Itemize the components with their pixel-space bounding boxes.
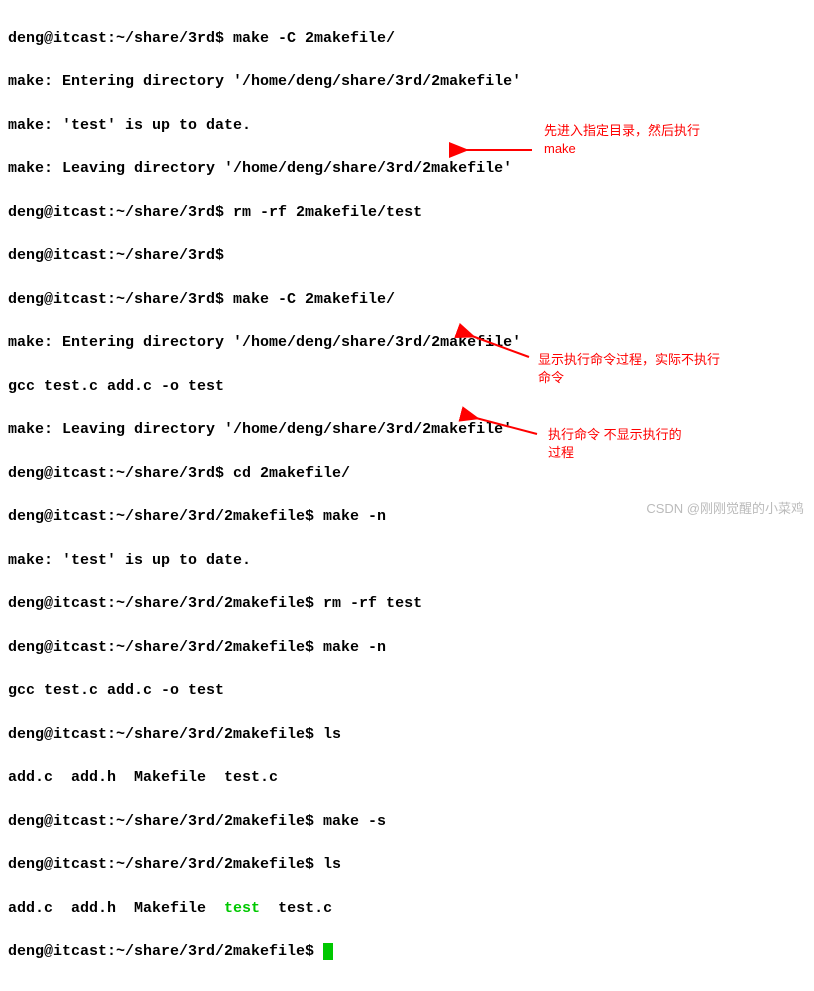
- terminal-line: deng@itcast:~/share/3rd$: [8, 245, 806, 267]
- terminal-line: deng@itcast:~/share/3rd$ make -C 2makefi…: [8, 28, 806, 50]
- annotation-line: 命令: [538, 370, 564, 385]
- terminal-line: make: Leaving directory '/home/deng/shar…: [8, 419, 806, 441]
- annotation-text: 先进入指定目录，然后执行 make: [544, 122, 700, 158]
- cursor-icon: [323, 943, 333, 960]
- ls-executable: test: [224, 900, 260, 917]
- arrow-icon: [466, 332, 534, 370]
- ls-file: test.c: [260, 900, 332, 917]
- prompt-text: deng@itcast:~/share/3rd/2makefile$: [8, 943, 323, 960]
- annotation-line: make: [544, 141, 576, 156]
- terminal-line: deng@itcast:~/share/3rd$ rm -rf 2makefil…: [8, 202, 806, 224]
- arrow-icon: [470, 414, 542, 452]
- annotation-text: 执行命令 不显示执行的 过程: [548, 426, 682, 462]
- terminal-line: add.c add.h Makefile test.c: [8, 767, 806, 789]
- ls-file: add.c add.h Makefile: [8, 900, 224, 917]
- annotation-line: 执行命令 不显示执行的: [548, 427, 682, 442]
- terminal-line: make: 'test' is up to date.: [8, 550, 806, 572]
- terminal-line: deng@itcast:~/share/3rd/2makefile$ ls: [8, 724, 806, 746]
- terminal-line: deng@itcast:~/share/3rd/2makefile$ rm -r…: [8, 593, 806, 615]
- terminal-line: make: Leaving directory '/home/deng/shar…: [8, 158, 806, 180]
- terminal-line: make: Entering directory '/home/deng/sha…: [8, 71, 806, 93]
- annotation-line: 先进入指定目录，然后执行: [544, 123, 700, 138]
- terminal-line: deng@itcast:~/share/3rd/2makefile$ make …: [8, 811, 806, 833]
- terminal-line: deng@itcast:~/share/3rd/2makefile$ ls: [8, 854, 806, 876]
- terminal-line: deng@itcast:~/share/3rd$ cd 2makefile/: [8, 463, 806, 485]
- terminal-line: gcc test.c add.c -o test: [8, 680, 806, 702]
- terminal-line: add.c add.h Makefile test test.c: [8, 898, 806, 920]
- annotation-line: 过程: [548, 445, 574, 460]
- terminal-prompt[interactable]: deng@itcast:~/share/3rd/2makefile$: [8, 941, 806, 963]
- annotation-line: 显示执行命令过程，实际不执行: [538, 352, 720, 367]
- watermark-text: CSDN @刚刚觉醒的小菜鸡: [646, 500, 804, 519]
- annotation-text: 显示执行命令过程，实际不执行 命令: [538, 351, 720, 387]
- terminal-line: deng@itcast:~/share/3rd$ make -C 2makefi…: [8, 289, 806, 311]
- arrow-icon: [457, 140, 537, 168]
- terminal-line: deng@itcast:~/share/3rd/2makefile$ make …: [8, 637, 806, 659]
